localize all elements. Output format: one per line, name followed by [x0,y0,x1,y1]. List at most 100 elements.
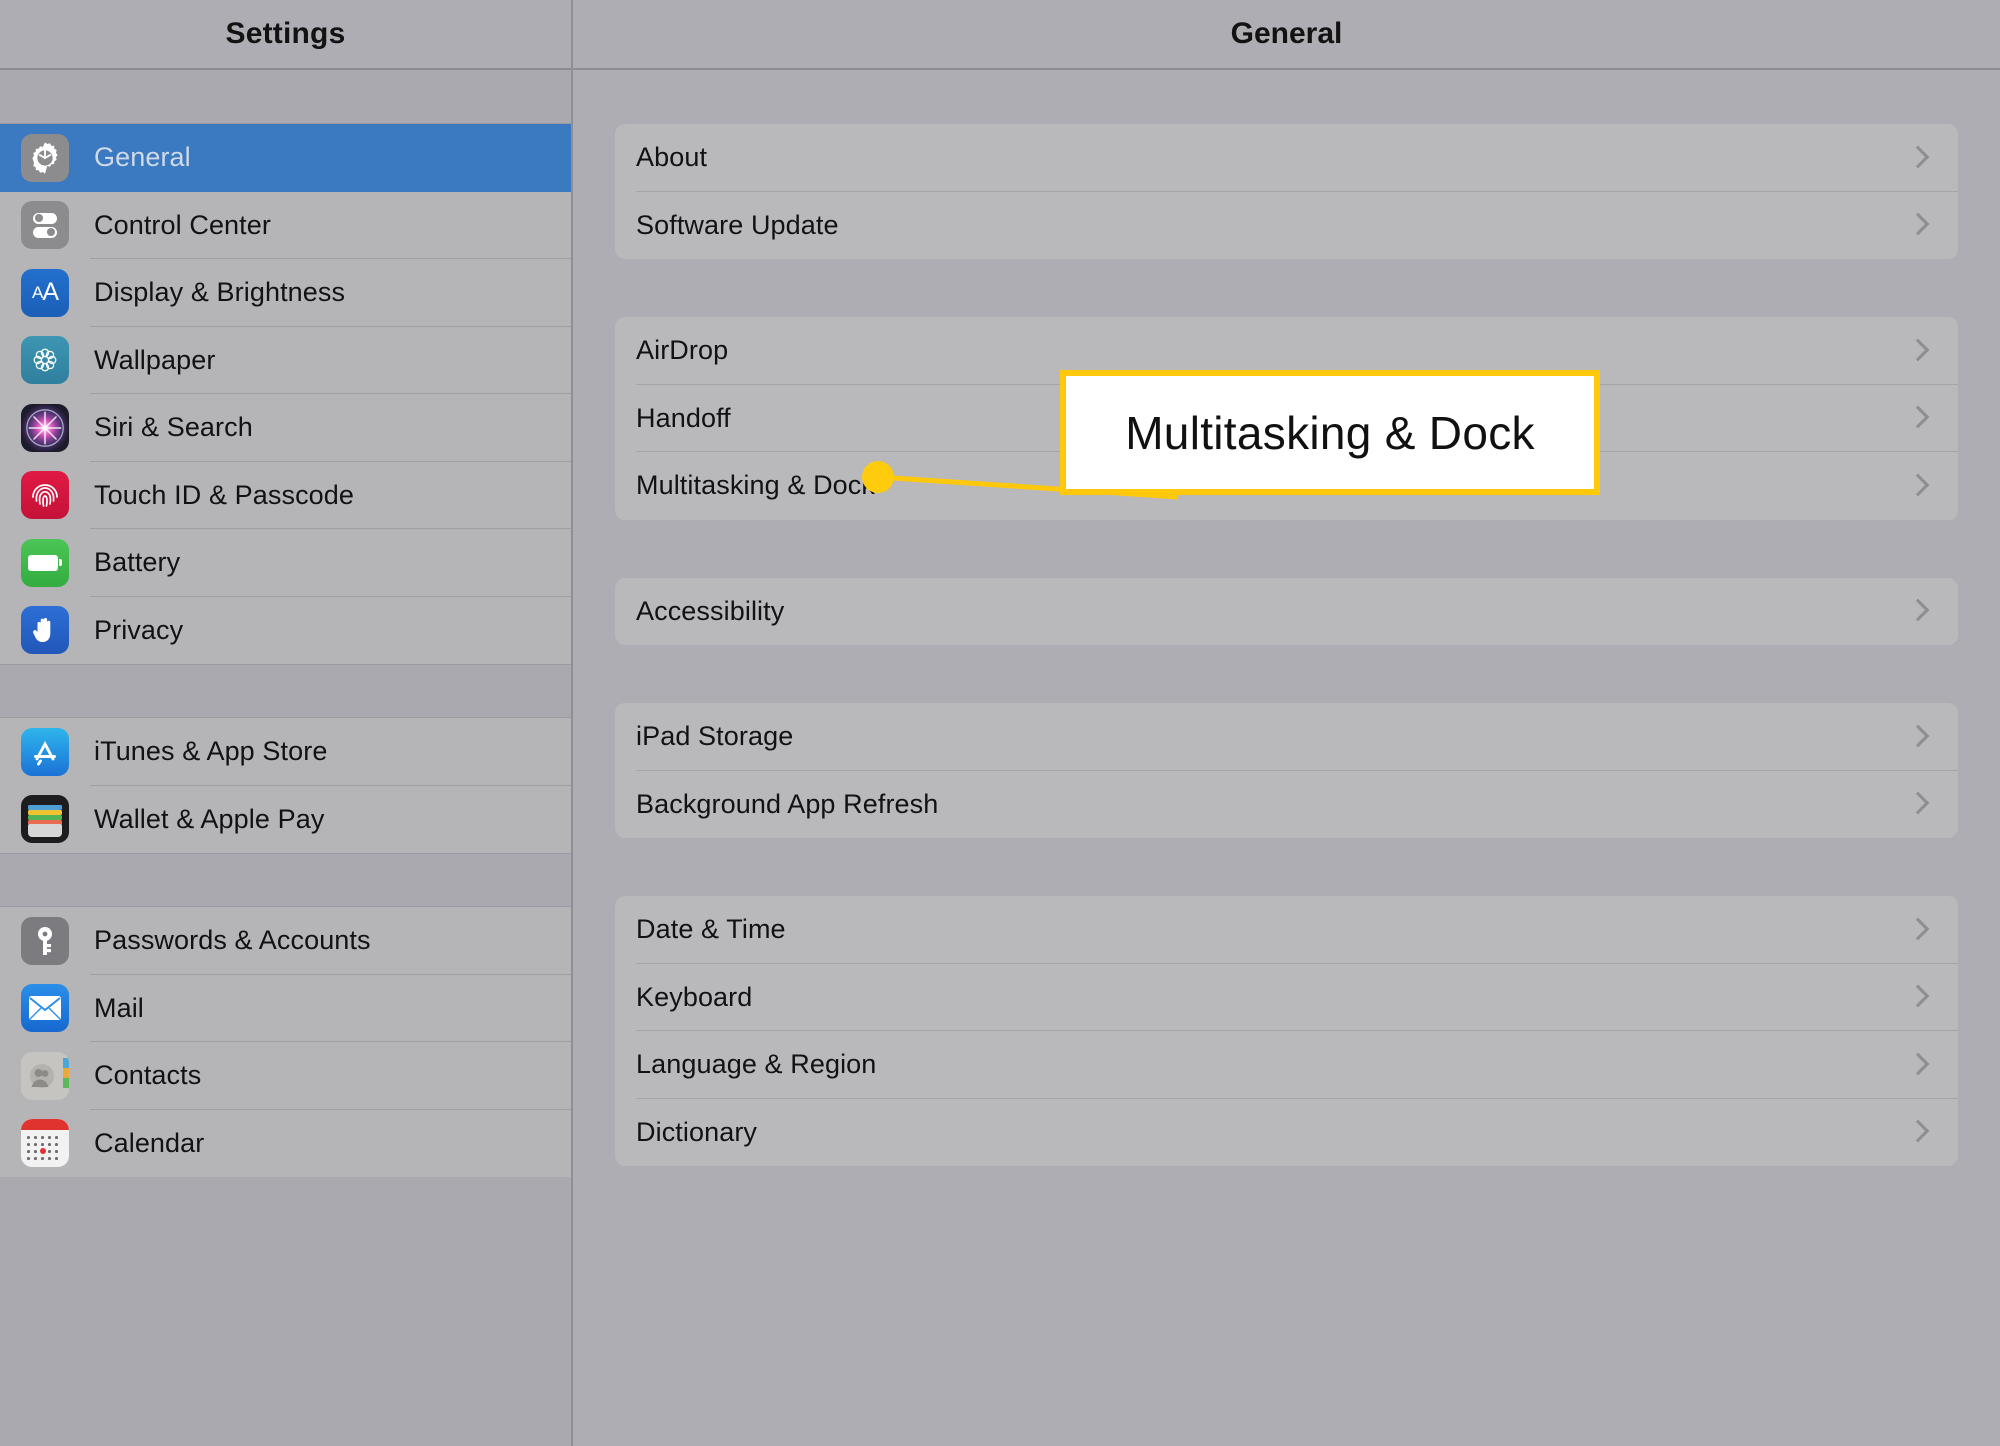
sidebar-group-accounts: Passwords & Accounts Mail Contacts Calen… [0,907,571,1177]
row-background-app-refresh[interactable]: Background App Refresh [615,771,1958,839]
sidebar-group-gap [0,853,571,907]
chevron-right-icon [1910,145,1924,171]
settings-sidebar: Settings General Control Center A A Disp… [0,0,573,1446]
row-ipad-storage[interactable]: iPad Storage [615,703,1958,771]
row-accessibility[interactable]: Accessibility [615,578,1958,646]
row-label: About [636,142,708,173]
sidebar-item-label: Privacy [94,614,184,645]
main-scroll-area[interactable]: About Software Update AirDrop Handoff Mu… [573,70,2000,1446]
sidebar-item-label: Siri & Search [94,412,253,443]
chevron-right-icon [1910,724,1924,750]
sidebar-item-mail[interactable]: Mail [0,974,571,1042]
sidebar-item-label: Control Center [94,209,271,240]
sidebar-item-contacts[interactable]: Contacts [0,1042,571,1110]
sidebar-item-wallpaper[interactable]: Wallpaper [0,326,571,394]
display-brightness-icon: AA [21,268,69,317]
sidebar-item-wallet-apple-pay[interactable]: Wallet & Apple Pay [0,785,571,853]
key-icon [21,916,69,965]
fingerprint-icon [21,471,69,520]
sidebar-item-label: Battery [94,547,181,578]
row-label: Multitasking & Dock [636,470,875,501]
sidebar-header: Settings [0,0,571,70]
sidebar-item-display-brightness[interactable]: AA Display & Brightness [0,259,571,327]
settings-app: Settings General Control Center A A Disp… [0,0,2000,1446]
sidebar-item-label: Mail [94,992,144,1023]
row-label: Software Update [636,209,839,240]
sidebar-item-calendar[interactable]: Calendar [0,1109,571,1177]
chevron-right-icon [1910,984,1924,1010]
app-store-icon [21,727,69,776]
chevron-right-icon [1910,1119,1924,1145]
sidebar-item-label: General [94,142,191,173]
sidebar-group-gap [0,664,571,718]
row-label: Keyboard [636,981,753,1012]
wallpaper-icon [21,336,69,385]
row-label: iPad Storage [636,721,794,752]
page-title: General [1230,17,1343,50]
hand-icon [21,606,69,655]
sidebar-group-system: General Control Center AA Display & Brig… [0,124,571,664]
sidebar-item-general[interactable]: General [0,124,571,192]
row-label: Background App Refresh [636,788,939,819]
sidebar-item-label: Touch ID & Passcode [94,479,355,510]
callout-text: Multitasking & Dock [1125,406,1535,459]
sidebar-item-label: Wallpaper [94,344,216,375]
sidebar-item-label: iTunes & App Store [94,736,328,767]
wallet-icon [21,795,69,844]
chevron-right-icon [1910,917,1924,943]
contacts-icon [21,1051,69,1100]
settings-group-accessibility: Accessibility [615,577,1958,646]
sidebar-item-label: Calendar [94,1127,205,1158]
sidebar-item-itunes-app-store[interactable]: iTunes & App Store [0,718,571,786]
sidebar-item-label: Passwords & Accounts [94,925,371,956]
sidebar-item-control-center[interactable]: Control Center [0,191,571,259]
siri-icon [21,403,69,452]
settings-group-localization: Date & Time Keyboard Language & Region D… [615,896,1958,1166]
settings-group-storage: iPad Storage Background App Refresh [615,703,1958,838]
chevron-right-icon [1910,791,1924,817]
row-date-and-time[interactable]: Date & Time [615,896,1958,964]
sidebar-top-gap [0,70,571,124]
calendar-icon [21,1119,69,1168]
row-about[interactable]: About [615,124,1958,192]
callout-box: Multitasking & Dock [1060,370,1600,495]
sidebar-title: Settings [225,17,346,50]
gear-icon [21,133,69,182]
row-keyboard[interactable]: Keyboard [615,964,1958,1031]
control-center-icon [21,201,69,250]
row-label: Date & Time [636,914,786,945]
sidebar-item-label: Display & Brightness [94,277,346,308]
sidebar-item-privacy[interactable]: Privacy [0,596,571,664]
main-header: General [573,0,2000,70]
sidebar-item-battery[interactable]: Battery [0,529,571,597]
sidebar-item-passwords-accounts[interactable]: Passwords & Accounts [0,907,571,975]
row-label: Language & Region [636,1049,877,1080]
row-label: Accessibility [636,595,785,626]
chevron-right-icon [1910,338,1924,364]
sidebar-item-label: Wallet & Apple Pay [94,803,325,834]
row-language-and-region[interactable]: Language & Region [615,1031,1958,1099]
sidebar-scroll-area[interactable]: General Control Center AA Display & Brig… [0,70,571,1446]
row-dictionary[interactable]: Dictionary [615,1099,1958,1167]
chevron-right-icon [1910,473,1924,499]
chevron-right-icon [1910,212,1924,238]
sidebar-group-stores: iTunes & App Store Wallet & Apple Pay [0,718,571,853]
row-label: Handoff [636,402,731,433]
sidebar-item-label: Contacts [94,1060,202,1091]
settings-group-about: About Software Update [615,124,1958,259]
row-label: AirDrop [636,335,729,366]
battery-icon [21,538,69,587]
sidebar-item-touch-id-passcode[interactable]: Touch ID & Passcode [0,461,571,529]
chevron-right-icon [1910,598,1924,624]
general-detail-panel: General About Software Update AirDrop Ha… [573,0,2000,1446]
sidebar-item-siri-search[interactable]: Siri & Search [0,394,571,462]
row-label: Dictionary [636,1116,758,1147]
row-software-update[interactable]: Software Update [615,192,1958,260]
mail-icon [21,984,69,1033]
chevron-right-icon [1910,405,1924,431]
